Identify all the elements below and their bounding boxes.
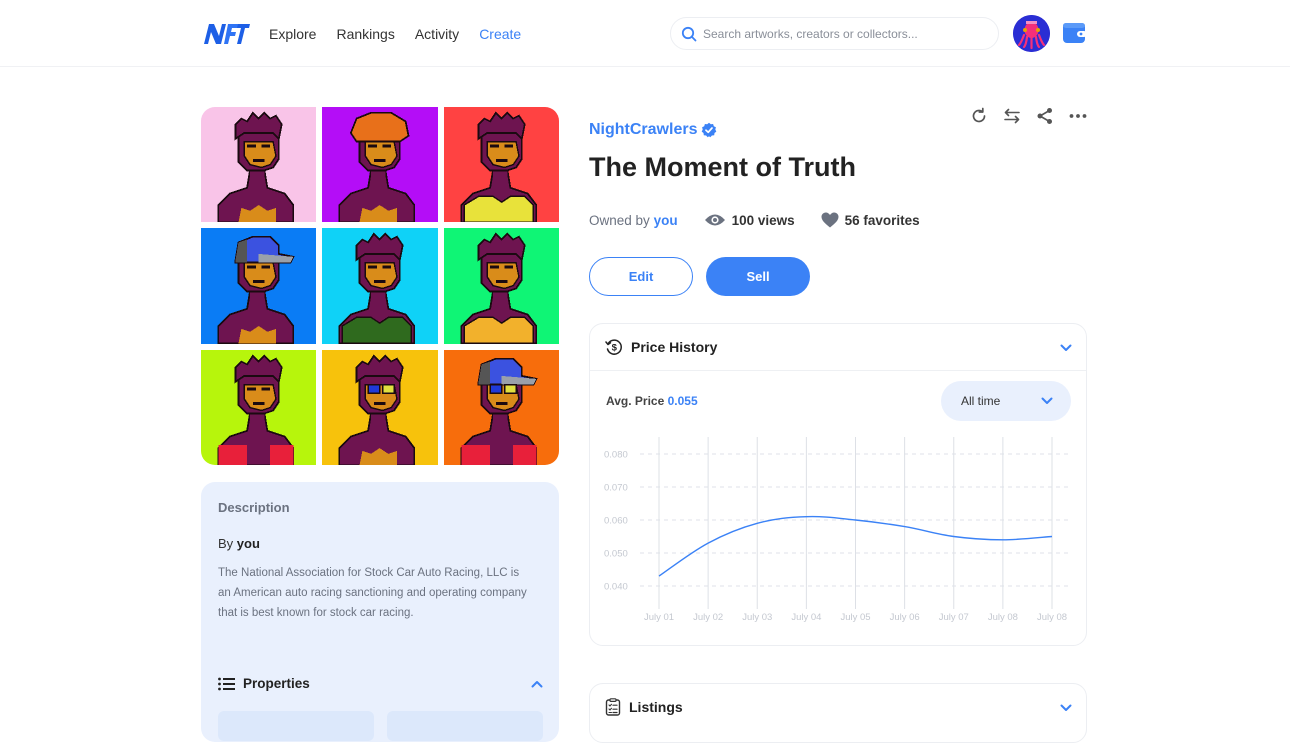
x-tick-label: July 04 xyxy=(791,612,821,623)
chevron-down-icon[interactable] xyxy=(1060,704,1072,712)
pixel-character-icon xyxy=(217,111,295,223)
creator-name[interactable]: you xyxy=(237,536,260,551)
eye-icon xyxy=(704,214,725,226)
by-prefix: By xyxy=(218,536,234,551)
pixel-character-icon xyxy=(460,357,538,465)
x-tick-label: July 01 xyxy=(644,612,674,623)
description-text: The National Association for Stock Car A… xyxy=(218,567,527,619)
y-tick-label: 0.060 xyxy=(604,516,628,527)
property-card[interactable] xyxy=(218,711,374,741)
property-card[interactable] xyxy=(387,711,543,741)
views-count: 100 views xyxy=(704,213,795,228)
search-icon xyxy=(681,26,697,41)
search-input[interactable] xyxy=(703,26,973,41)
chevron-up-icon[interactable] xyxy=(531,680,543,688)
pixel-character-icon xyxy=(460,111,537,223)
more-icon[interactable] xyxy=(1068,106,1088,126)
sell-button[interactable]: Sell xyxy=(706,257,810,296)
divider xyxy=(590,370,1086,371)
wallet-icon[interactable] xyxy=(1063,23,1087,43)
item-title: The Moment of Truth xyxy=(589,152,856,182)
user-avatar[interactable] xyxy=(1013,15,1050,52)
refresh-icon[interactable] xyxy=(969,106,989,126)
listings-title: Listings xyxy=(629,699,683,715)
search-box[interactable] xyxy=(670,17,999,50)
period-select[interactable]: All time xyxy=(941,381,1071,421)
pixel-character-icon xyxy=(460,232,537,344)
period-value: All time xyxy=(961,394,1001,408)
x-tick-label: July 07 xyxy=(939,612,969,623)
y-tick-label: 0.050 xyxy=(604,549,628,560)
nav-explore[interactable]: Explore xyxy=(269,26,316,42)
main-nav: Explore Rankings Activity Create xyxy=(269,26,521,42)
owned-by: Owned by you xyxy=(589,213,678,228)
pixel-character-icon xyxy=(338,111,416,223)
heart-icon xyxy=(821,212,839,228)
artwork-image[interactable] xyxy=(201,107,559,465)
pixel-character-icon xyxy=(217,236,295,344)
svg-text:$: $ xyxy=(612,343,618,354)
x-tick-label: July 06 xyxy=(890,612,920,623)
collection-name: NightCrawlers xyxy=(589,121,698,138)
artwork-tile xyxy=(443,107,559,223)
verified-badge-icon xyxy=(702,122,717,138)
x-tick-label: July 08 xyxy=(988,612,1018,623)
listings-card: Listings xyxy=(589,683,1087,743)
nft-logo[interactable] xyxy=(202,20,250,48)
top-navigation-bar: Explore Rankings Activity Create xyxy=(0,0,1290,67)
nav-activity[interactable]: Activity xyxy=(415,26,459,42)
artwork-tile xyxy=(322,107,438,223)
y-tick-label: 0.040 xyxy=(604,582,628,593)
average-price: Avg. Price 0.055 xyxy=(606,394,698,408)
nav-create[interactable]: Create xyxy=(479,26,521,42)
price-history-chart: 0.080 0.070 0.060 0.050 0.040 July 01 July 02 J… xyxy=(604,437,1070,623)
item-toolbar xyxy=(969,106,1088,126)
description-heading: Description xyxy=(218,500,290,515)
avg-price-value: 0.055 xyxy=(667,394,698,408)
price-history-title: Price History xyxy=(631,339,718,355)
creator-line: By you xyxy=(218,536,260,551)
artwork-tile xyxy=(322,228,438,344)
artwork-tile xyxy=(443,228,559,344)
avg-price-label: Avg. Price xyxy=(606,394,665,408)
owned-prefix: Owned by xyxy=(589,212,650,228)
share-icon[interactable] xyxy=(1035,106,1055,126)
collection-link[interactable]: NightCrawlers xyxy=(589,121,717,139)
edit-button[interactable]: Edit xyxy=(589,257,693,296)
owner-link[interactable]: you xyxy=(654,213,678,228)
favorites-count[interactable]: 56 favorites xyxy=(821,212,920,228)
pixel-character-icon xyxy=(217,354,295,465)
price-history-header[interactable]: $ Price History xyxy=(605,338,717,356)
x-tick-label: July 08 xyxy=(1037,612,1067,623)
clipboard-list-icon xyxy=(605,698,621,716)
item-meta: Owned by you 100 views 56 favorites xyxy=(589,212,920,228)
transfer-icon[interactable] xyxy=(1002,106,1022,126)
chevron-down-icon[interactable] xyxy=(1060,344,1072,352)
artwork-tile xyxy=(443,349,559,465)
price-history-card: $ Price History Avg. Price 0.055 All tim… xyxy=(589,323,1087,646)
chevron-down-icon xyxy=(1041,397,1053,404)
pixel-character-icon xyxy=(338,354,416,465)
x-tick-label: July 03 xyxy=(742,612,772,623)
x-tick-label: July 05 xyxy=(840,612,870,623)
description-panel: Description By you The National Associat… xyxy=(201,482,559,742)
properties-label: Properties xyxy=(243,676,310,691)
artwork-tile xyxy=(201,349,317,465)
artwork-tile xyxy=(322,349,438,465)
octopus-avatar-icon xyxy=(1013,15,1050,52)
properties-header[interactable]: Properties xyxy=(218,676,310,691)
y-tick-label: 0.080 xyxy=(604,450,628,461)
list-icon xyxy=(218,677,235,690)
artwork-tile xyxy=(201,228,317,344)
y-tick-label: 0.070 xyxy=(604,483,628,494)
price-history-icon: $ xyxy=(605,339,622,355)
listings-header[interactable]: Listings xyxy=(605,698,683,716)
nav-rankings[interactable]: Rankings xyxy=(336,26,394,42)
pixel-character-icon xyxy=(338,232,416,344)
artwork-tile xyxy=(201,107,317,223)
x-tick-label: July 02 xyxy=(693,612,723,623)
